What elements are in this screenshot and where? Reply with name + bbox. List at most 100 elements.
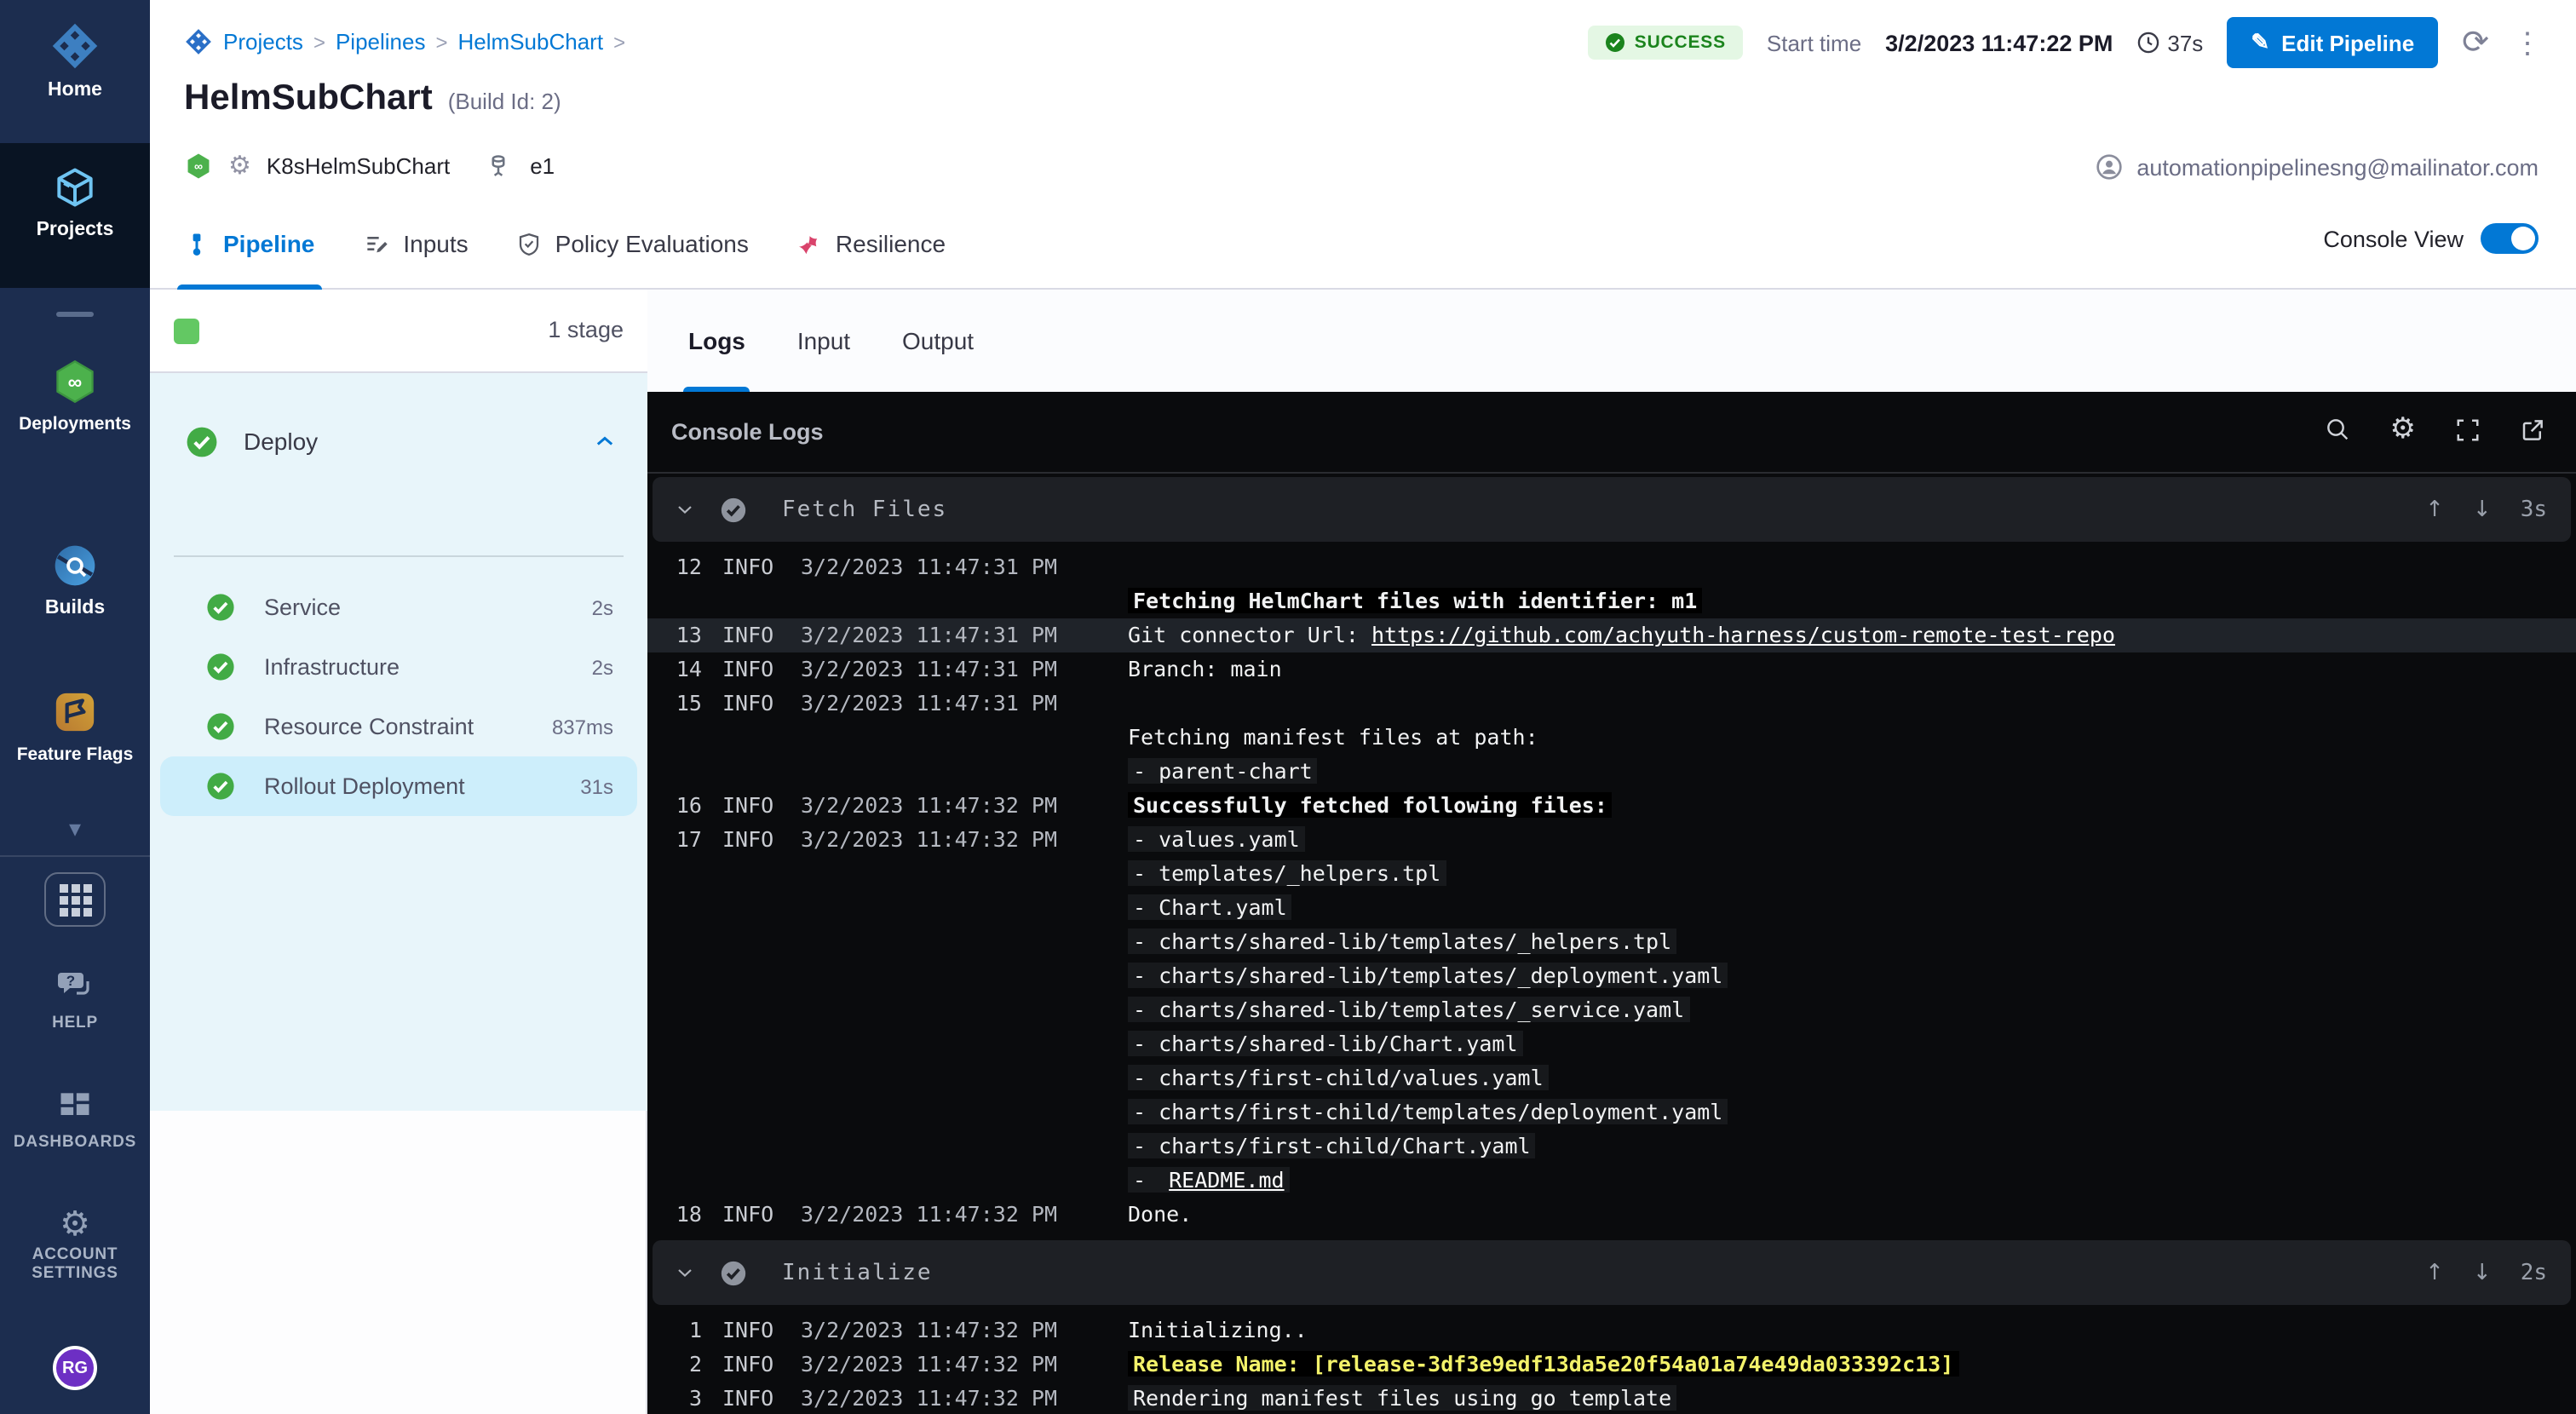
start-time-label: Start time [1767, 30, 1861, 55]
log-message: - templates/_helpers.tpl [1128, 857, 1446, 891]
log-level [722, 721, 801, 755]
clock-icon [2136, 31, 2160, 55]
stage-row-deploy[interactable]: Deploy [150, 411, 647, 472]
step-name: Rollout Deployment [264, 773, 465, 799]
main-area: Projects > Pipelines > HelmSubChart > SU… [150, 0, 2576, 1414]
sidebar-item-projects[interactable]: Projects [0, 164, 150, 240]
log-level [722, 1027, 801, 1061]
log-line: 12 INFO 3/2/2023 11:47:31 PM [647, 550, 2576, 584]
scroll-down-icon[interactable]: ↓ [2473, 497, 2492, 522]
person-icon [2096, 153, 2123, 181]
open-in-new-icon[interactable] [2520, 417, 2545, 442]
tab-input[interactable]: Input [797, 290, 850, 392]
service-name[interactable]: K8sHelmSubChart [267, 152, 450, 178]
cd-mini-icon: ∞ [184, 151, 213, 180]
step-rollout-deployment[interactable]: Rollout Deployment 31s [160, 756, 637, 816]
log-level [722, 925, 801, 959]
check-circle-icon [206, 712, 235, 741]
log-timestamp [801, 1129, 1107, 1164]
log-line-number [647, 993, 702, 1027]
breadcrumb-pipelines[interactable]: Pipelines [336, 29, 426, 55]
sidebar-item-dashboards[interactable]: DASHBOARDS [0, 1087, 150, 1152]
sidebar-item-help[interactable]: ? HELP [0, 964, 150, 1032]
log-message: Fetching HelmChart files with identifier… [1128, 584, 1702, 618]
fullscreen-icon[interactable] [2455, 417, 2481, 442]
log-timestamp: 3/2/2023 11:47:32 PM [801, 1313, 1107, 1348]
log-text: - Chart.yaml [1128, 894, 1292, 920]
log-line: 2 INFO 3/2/2023 11:47:32 PM Release Name… [647, 1348, 2576, 1382]
tab-output[interactable]: Output [902, 290, 974, 392]
step-service[interactable]: Service 2s [160, 578, 637, 637]
chaos-icon [796, 231, 822, 256]
breadcrumb-pipeline-name[interactable]: HelmSubChart [458, 29, 604, 55]
log-level: INFO [722, 618, 801, 652]
log-line-number: 15 [647, 687, 702, 721]
tab-resilience[interactable]: Resilience [796, 198, 946, 290]
environment-name[interactable]: e1 [530, 152, 555, 178]
sidebar-item-feature-flags[interactable]: Feature Flags [0, 688, 150, 765]
log-message: Successfully fetched following files: [1128, 789, 1613, 823]
tab-inputs[interactable]: Inputs [362, 198, 468, 290]
step-infrastructure[interactable]: Infrastructure 2s [160, 637, 637, 697]
start-time-value: 3/2/2023 11:47:22 PM [1885, 30, 2113, 55]
sidebar-item-label: Feature Flags [0, 744, 150, 765]
log-timestamp: 3/2/2023 11:47:31 PM [801, 550, 1107, 584]
log-link[interactable]: https://github.com/achyuth-harness/custo… [1371, 622, 2115, 647]
kebab-menu-icon[interactable]: ⋮ [2513, 28, 2542, 57]
scroll-up-icon[interactable]: ↑ [2425, 497, 2444, 522]
step-resource-constraint[interactable]: Resource Constraint 837ms [160, 697, 637, 756]
log-panel: Logs Input Output Console Logs ⚙ [647, 290, 2576, 1414]
execution-stage-panel: 1 stage Deploy Service 2s Infrastructure… [150, 290, 647, 1414]
tab-pipeline[interactable]: Pipeline [184, 198, 314, 290]
log-level: INFO [722, 550, 801, 584]
log-timestamp: 3/2/2023 11:47:32 PM [801, 1198, 1107, 1232]
search-icon[interactable] [2324, 416, 2351, 443]
status-badge: SUCCESS [1589, 26, 1743, 60]
scroll-up-icon[interactable]: ↑ [2425, 1260, 2444, 1285]
ci-circle-icon [51, 567, 99, 596]
log-line: 17 INFO 3/2/2023 11:47:32 PM - values.ya… [647, 823, 2576, 857]
log-text: Fetching HelmChart files with identifier… [1128, 588, 1702, 613]
breadcrumb-projects[interactable]: Projects [223, 29, 303, 55]
sidebar-divider [56, 312, 94, 317]
sidebar-item-account-settings[interactable]: ⚙ ACCOUNT SETTINGS [0, 1203, 150, 1283]
log-line-number [647, 1129, 702, 1164]
log-section-title: Fetch Files [782, 497, 947, 522]
chevron-up-icon[interactable] [593, 429, 617, 453]
log-timestamp [801, 993, 1107, 1027]
log-line: - charts/shared-lib/Chart.yaml [647, 1027, 2576, 1061]
chevron-down-icon[interactable]: ▾ [0, 814, 150, 843]
console-view-toggle[interactable] [2481, 223, 2539, 254]
log-line: - templates/_helpers.tpl [647, 857, 2576, 891]
log-section-lines: 12 INFO 3/2/2023 11:47:31 PM Fetching He… [647, 542, 2576, 1237]
sidebar-item-home[interactable]: Home [0, 20, 150, 101]
sidebar-item-label: ACCOUNT [0, 1245, 150, 1264]
pipeline-tabs-bar: Pipeline Inputs Policy Evaluations Resil… [150, 198, 2576, 290]
harness-logo-icon [49, 49, 101, 78]
module-selector-button[interactable] [44, 872, 106, 927]
check-circle-icon [206, 593, 235, 622]
log-text: Successfully fetched following files: [1128, 792, 1613, 818]
scroll-down-icon[interactable]: ↓ [2473, 1260, 2492, 1285]
sidebar-item-builds[interactable]: Builds [0, 542, 150, 618]
user-avatar[interactable]: RG [53, 1346, 97, 1390]
gear-icon: ⚙ [60, 1206, 90, 1244]
settings-gear-icon[interactable]: ⚙ [2390, 412, 2417, 446]
log-line: 3 INFO 3/2/2023 11:47:32 PM Rendering ma… [647, 1382, 2576, 1414]
log-line-number: 12 [647, 550, 702, 584]
tab-policy-evaluations[interactable]: Policy Evaluations [516, 198, 749, 290]
refresh-icon[interactable]: ⟳ [2462, 26, 2489, 59]
log-text: Rendering manifest files using go templa… [1128, 1385, 1676, 1411]
log-link[interactable]: README.md [1164, 1167, 1289, 1193]
log-text: Done. [1128, 1201, 1192, 1227]
tab-logs[interactable]: Logs [688, 290, 745, 392]
log-timestamp [801, 755, 1107, 789]
log-line: - charts/first-child/values.yaml [647, 1061, 2576, 1095]
log-section-header-initialize[interactable]: Initialize ↑ ↓ 2s [653, 1240, 2571, 1305]
log-level [722, 1164, 801, 1198]
sidebar-item-deployments[interactable]: ∞ Deployments [0, 358, 150, 434]
log-section-header-fetch-files[interactable]: Fetch Files ↑ ↓ 3s [653, 477, 2571, 542]
log-text: Branch: main [1128, 656, 1282, 681]
edit-pipeline-button[interactable]: ✎ Edit Pipeline [2227, 17, 2438, 68]
stage-count: 1 stage [548, 317, 624, 342]
